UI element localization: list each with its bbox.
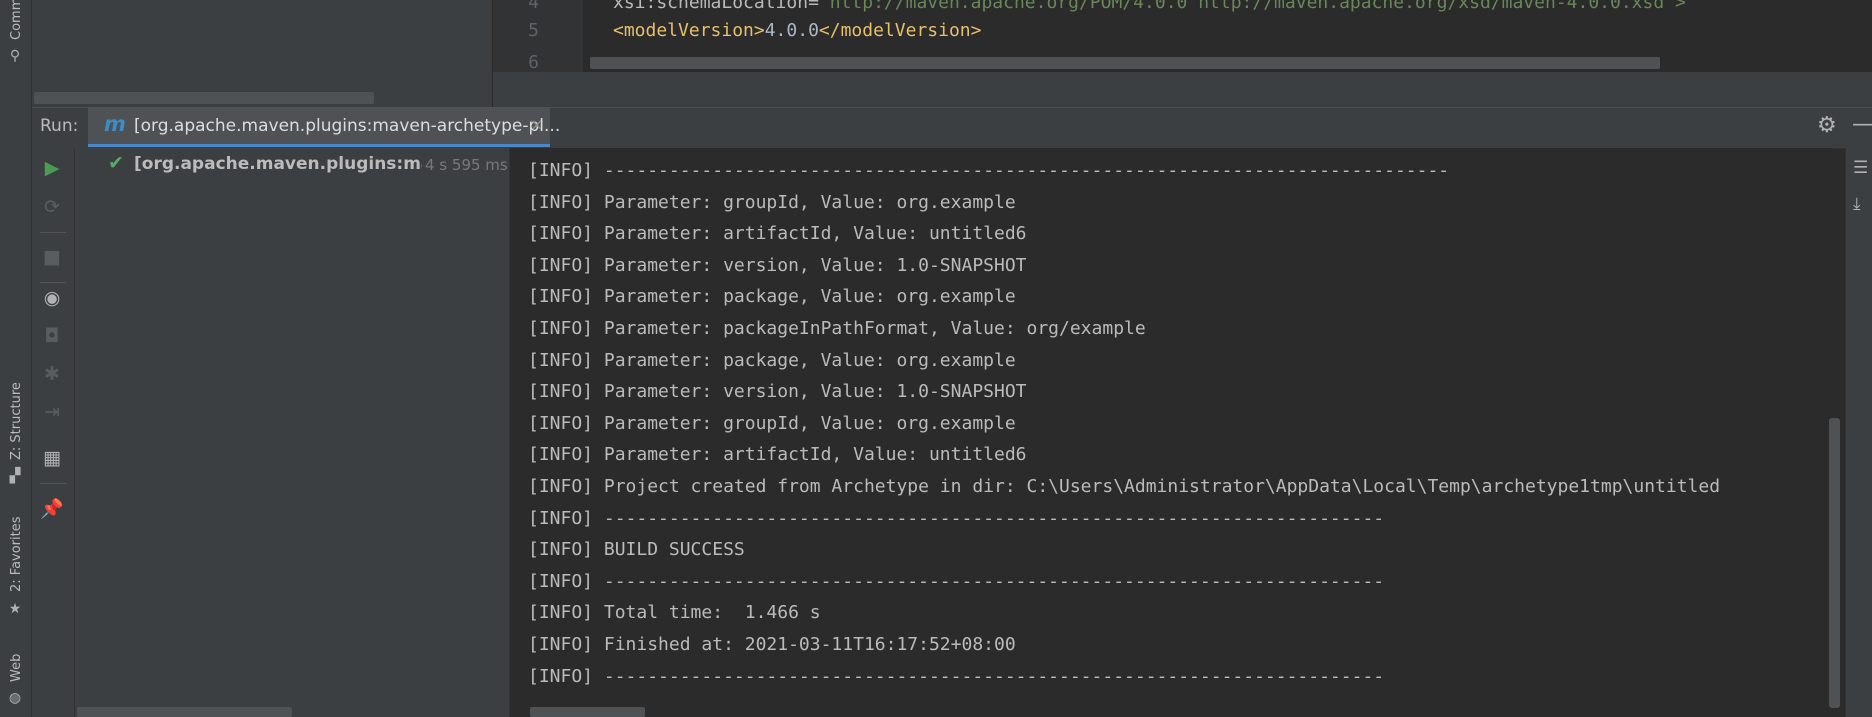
left-tool-strip: Comm ⚲ Z: Structure ▞ 2: Favorites ★ Web… [0,0,32,717]
console-line: [INFO] Parameter: package, Value: org.ex… [528,349,1016,371]
run-tree-panel [75,148,510,717]
console-line: [INFO] Parameter: packageInPathFormat, V… [528,317,1146,339]
xml-close-tag: </modelVersion> [818,20,982,41]
xml-text: 4.0.0 [764,20,819,41]
tree-item-duration: 4 s 595 ms [425,156,508,174]
run-toolbar [32,148,75,717]
tree-item-label[interactable]: [org.apache.maven.plugins:maver [134,154,422,174]
structure-tab-label: Z: Structure [9,382,24,460]
close-tab-icon[interactable]: × [530,115,543,134]
gear-icon[interactable]: ⚙ [1817,113,1837,138]
maven-icon: m [104,112,126,136]
commit-icon: ⚲ [9,48,21,64]
run-tab-title: [org.apache.maven.plugins:maven-archetyp… [134,116,561,136]
console-line: [INFO] ---------------------------------… [528,160,1450,181]
console-line: [INFO] Parameter: package, Value: org.ex… [528,286,1016,308]
line-number: 6 [528,52,539,73]
console-line: [INFO] Parameter: groupId, Value: org.ex… [528,191,1016,213]
console-line: [INFO] ---------------------------------… [528,570,1385,592]
scroll-to-end-icon[interactable]: ⤓ [1853,194,1861,214]
snapshot-icon[interactable]: ◘ [40,324,64,348]
toolbar-separator [40,483,66,484]
tree-horizontal-scrollbar[interactable] [77,707,292,717]
console-line: [INFO] ---------------------------------… [528,665,1385,687]
editor-horizontal-scrollbar[interactable] [590,57,1660,69]
rerun-icon[interactable]: ▶ [40,156,64,180]
favorites-tab-label: 2: Favorites [9,516,24,592]
pin-icon[interactable]: 📌 [40,497,64,521]
layout-icon[interactable]: ▦ [40,446,64,470]
xml-attribute-value: "http://maven.apache.org/POM/4.0.0 http:… [818,0,1686,13]
web-globe-icon: ◍ [8,690,22,706]
exit-icon[interactable]: ⇥ [40,400,64,424]
console-line: [INFO] Finished at: 2021-03-11T16:17:52+… [528,633,1016,655]
stop-icon[interactable]: ■ [40,245,64,269]
star-icon: ★ [8,601,22,617]
console-horizontal-scrollbar[interactable] [530,707,645,717]
soft-wrap-icon[interactable]: ☰ [1853,158,1868,178]
code-line: <modelVersion>4.0.0</modelVersion> [613,20,981,41]
console-line: [INFO] Parameter: artifactId, Value: unt… [528,444,1027,466]
web-tab[interactable]: Web ◍ [0,640,31,717]
toolbar-separator [40,232,66,233]
console-line: [INFO] Parameter: artifactId, Value: unt… [528,223,1027,245]
console-line: [INFO] ---------------------------------… [528,507,1385,529]
code-line: xsi:schemaLocation="http://maven.apache.… [613,0,1686,13]
run-label: Run: [40,116,79,136]
success-check-icon: ✔ [108,152,124,174]
web-tab-label: Web [9,653,24,682]
line-number: 5 [528,20,539,41]
debug-icon[interactable]: ✱ [40,362,64,386]
console-output[interactable]: [INFO] ---------------------------------… [510,148,1832,717]
line-number: 4 [528,0,539,13]
structure-icon: ▞ [9,468,21,484]
console-right-toolbar [1845,148,1872,717]
favorites-tab[interactable]: 2: Favorites ★ [0,510,31,625]
xml-attribute: xsi:schemaLocation= [613,0,819,13]
rerun-failed-icon[interactable]: ⟳ [40,195,64,219]
console-line: [INFO] BUILD SUCCESS [528,539,745,561]
show-view-icon[interactable]: ◉ [40,286,64,310]
toolbar-separator [40,282,66,283]
project-horizontal-scrollbar[interactable] [34,92,374,104]
structure-tab[interactable]: Z: Structure ▞ [0,368,31,484]
console-line: [INFO] Total time: 1.466 s [528,602,821,624]
commit-tab-label: Comm [9,0,24,40]
console-line: [INFO] Parameter: groupId, Value: org.ex… [528,412,1016,434]
project-panel [32,0,492,107]
console-lines: [INFO] ---------------------------------… [528,155,1720,692]
minimize-icon[interactable]: — [1852,112,1872,137]
console-vertical-scrollbar[interactable] [1829,418,1840,708]
xml-open-tag: <modelVersion> [613,20,765,41]
console-line: [INFO] Parameter: version, Value: 1.0-SN… [528,381,1027,403]
console-line: [INFO] Parameter: version, Value: 1.0-SN… [528,254,1027,276]
commit-tab[interactable]: Comm ⚲ [0,0,31,70]
editor-status-band [493,72,1872,107]
console-line: [INFO] Project created from Archetype in… [528,475,1721,497]
